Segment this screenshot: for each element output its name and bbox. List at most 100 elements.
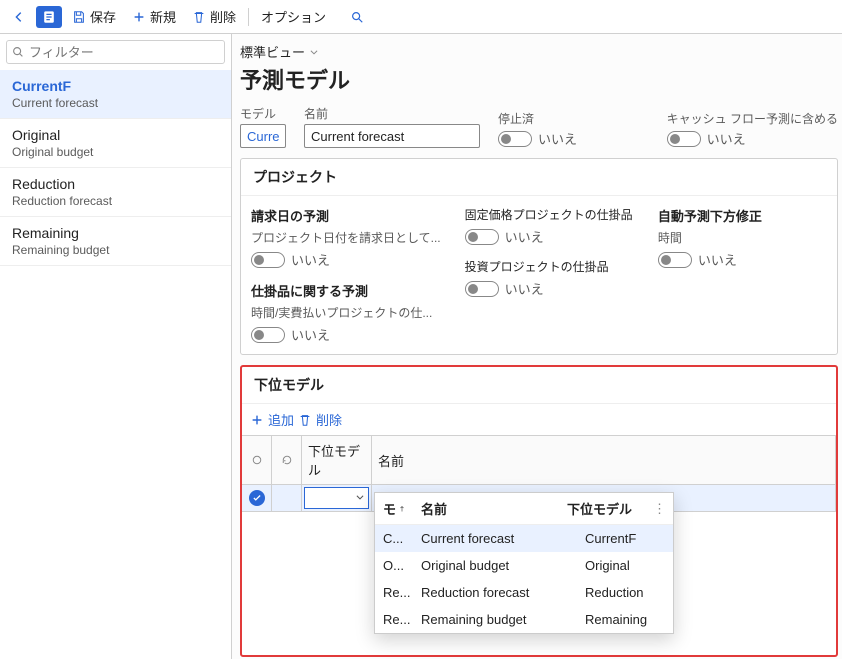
submodel-delete-button[interactable]: 削除: [298, 410, 342, 429]
model-field: モデル: [240, 105, 286, 148]
submodel-grid: 下位モデル 名前: [242, 435, 836, 655]
sidebar-item-sub: Reduction forecast: [12, 194, 219, 208]
grid-header: 下位モデル 名前: [242, 436, 836, 485]
invoice-group-title: 請求日の予測: [251, 206, 441, 225]
cashflow-label: キャッシュ フロー予測に含める: [667, 110, 838, 127]
wip-toggle[interactable]: [251, 327, 285, 343]
wip-value: いいえ: [291, 325, 330, 344]
stopped-toggle[interactable]: [498, 131, 532, 147]
sidebar: CurrentF Current forecast Original Origi…: [0, 34, 232, 659]
sidebar-item-title: Reduction: [12, 176, 219, 192]
popup-row-name: Current forecast: [421, 531, 579, 546]
toolbar-separator: [248, 8, 249, 26]
save-icon: [72, 10, 86, 24]
submodel-panel: 下位モデル 追加 削除: [240, 365, 838, 657]
auto-group: 自動予測下方修正 時間 いいえ: [658, 206, 827, 344]
submodel-panel-title: 下位モデル: [242, 367, 836, 404]
search-button[interactable]: [344, 6, 370, 28]
new-label: 新規: [150, 7, 176, 26]
popup-row-mo: C...: [383, 531, 415, 546]
sidebar-list: CurrentF Current forecast Original Origi…: [0, 70, 231, 659]
filter-input[interactable]: [6, 40, 225, 64]
wip-group-title: 仕掛品に関する予測: [251, 281, 441, 300]
grid-header-refresh[interactable]: [272, 436, 302, 484]
cashflow-field: キャッシュ フロー予測に含める いいえ: [667, 110, 838, 148]
top-toolbar: 保存 新規 削除 オプション: [0, 0, 842, 34]
popup-row-currentf[interactable]: C... Current forecast CurrentF: [375, 525, 673, 552]
filter-search-icon: [11, 45, 25, 59]
trash-icon: [192, 10, 206, 24]
circle-icon: [251, 454, 263, 466]
popup-header-mo[interactable]: モ: [383, 499, 415, 518]
popup-row-name: Original budget: [421, 558, 579, 573]
grid-header-select[interactable]: [242, 436, 272, 484]
auto-group-title: 自動予測下方修正: [658, 206, 827, 225]
new-button[interactable]: 新規: [126, 3, 182, 30]
stopped-value: いいえ: [538, 129, 577, 148]
popup-row-sub: Remaining: [585, 612, 665, 627]
invest-toggle[interactable]: [465, 281, 499, 297]
grid-header-model[interactable]: 下位モデル: [302, 436, 372, 484]
sidebar-item-reduction[interactable]: Reduction Reduction forecast: [0, 168, 231, 217]
sidebar-item-currentf[interactable]: CurrentF Current forecast: [0, 70, 231, 119]
sort-asc-icon: [398, 505, 406, 513]
options-label: オプション: [261, 7, 326, 26]
popup-body: C... Current forecast CurrentF O... Orig…: [375, 525, 673, 633]
invoice-toggle[interactable]: [251, 252, 285, 268]
page-title: 予測モデル: [240, 63, 838, 95]
submodel-add-label: 追加: [268, 410, 294, 429]
fixed-invest-group: 固定価格プロジェクトの仕掛品 いいえ 投資プロジェクトの仕掛品 いいえ: [465, 206, 634, 344]
options-button[interactable]: オプション: [255, 3, 332, 30]
name-input[interactable]: [304, 124, 480, 148]
sidebar-item-sub: Current forecast: [12, 96, 219, 110]
sidebar-item-title: Remaining: [12, 225, 219, 241]
view-selector[interactable]: 標準ビュー: [240, 42, 838, 61]
save-label: 保存: [90, 7, 116, 26]
grid-header-name[interactable]: 名前: [372, 436, 836, 484]
check-icon: [252, 493, 262, 503]
sidebar-item-original[interactable]: Original Original budget: [0, 119, 231, 168]
refresh-icon: [281, 454, 293, 466]
grid-cell-model: [302, 485, 372, 511]
project-panel: プロジェクト 請求日の予測 プロジェクト日付を請求日として... いいえ 仕掛品…: [240, 158, 838, 355]
trash-icon: [298, 413, 312, 427]
back-button[interactable]: [6, 6, 32, 28]
submodel-delete-label: 削除: [316, 410, 342, 429]
content: 標準ビュー 予測モデル モデル 名前 停止済 いいえ: [232, 34, 842, 659]
invest-value: いいえ: [505, 279, 544, 298]
submodel-toolbar: 追加 削除: [242, 404, 836, 435]
chevron-down-icon[interactable]: [355, 492, 365, 502]
popup-header-more[interactable]: ⋮: [653, 501, 665, 517]
popup-row-reduction[interactable]: Re... Reduction forecast Reduction: [375, 579, 673, 606]
fixed-toggle[interactable]: [465, 229, 499, 245]
popup-header: モ 名前 下位モデル ⋮: [375, 493, 673, 525]
invoice-value: いいえ: [291, 250, 330, 269]
submodel-add-button[interactable]: 追加: [250, 410, 294, 429]
plus-icon: [250, 413, 264, 427]
edit-mode-button[interactable]: [36, 6, 62, 28]
save-button[interactable]: 保存: [66, 3, 122, 30]
fixed-value: いいえ: [505, 227, 544, 246]
popup-header-sub[interactable]: 下位モデル: [567, 499, 647, 518]
popup-header-name[interactable]: 名前: [421, 499, 561, 518]
search-icon: [350, 10, 364, 24]
delete-button[interactable]: 削除: [186, 3, 242, 30]
model-input[interactable]: [240, 124, 286, 148]
sidebar-item-title: CurrentF: [12, 78, 219, 94]
cashflow-toggle[interactable]: [667, 131, 701, 147]
stopped-field: 停止済 いいえ: [498, 110, 577, 148]
grid-row-select[interactable]: [242, 485, 272, 511]
sidebar-item-remaining[interactable]: Remaining Remaining budget: [0, 217, 231, 266]
auto-value: いいえ: [698, 250, 737, 269]
popup-row-name: Remaining budget: [421, 612, 579, 627]
submodel-lookup-popup: モ 名前 下位モデル ⋮ C... Current forecast Cu: [374, 492, 674, 634]
popup-row-remaining[interactable]: Re... Remaining budget Remaining: [375, 606, 673, 633]
model-label: モデル: [240, 105, 286, 122]
popup-row-original[interactable]: O... Original budget Original: [375, 552, 673, 579]
grid-row-refresh: [272, 485, 302, 511]
popup-row-mo: Re...: [383, 585, 415, 600]
auto-toggle[interactable]: [658, 252, 692, 268]
invest-label: 投資プロジェクトの仕掛品: [465, 258, 634, 275]
sidebar-item-sub: Original budget: [12, 145, 219, 159]
stopped-label: 停止済: [498, 110, 577, 127]
